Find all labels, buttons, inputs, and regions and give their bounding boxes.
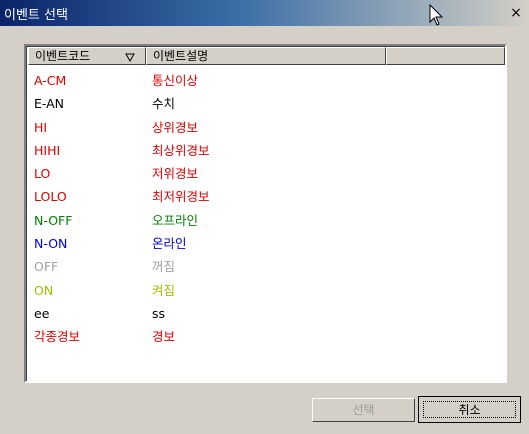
list-item[interactable]: N-OFF 오프라인 xyxy=(34,212,352,235)
list-item[interactable]: A-CM 통신이상 xyxy=(34,72,352,95)
event-desc-cell: 수치 xyxy=(152,96,176,112)
window-title: 이벤트 선택 xyxy=(4,8,68,23)
column-header-event-code[interactable]: 이벤트코드 xyxy=(28,47,146,65)
event-desc-cell: 최상위경보 xyxy=(152,142,210,158)
column-header-label: 이벤트코드 xyxy=(35,49,91,63)
event-desc-cell: 저위경보 xyxy=(152,166,199,182)
event-code-cell: LO xyxy=(34,166,51,182)
list-rows: A-CM 통신이상 E-AN 수치 HI 상위경보 HIHI 최상위경보 LO 저위경보 LOLO 최… xyxy=(34,72,352,352)
event-code-cell: ON xyxy=(34,282,54,298)
list-item[interactable]: ON 켜짐 xyxy=(34,282,352,305)
event-code-cell: E-AN xyxy=(34,96,65,112)
select-button[interactable]: 선택 xyxy=(312,398,415,422)
event-desc-cell: 최저위경보 xyxy=(152,189,210,205)
event-desc-cell: 켜짐 xyxy=(152,282,176,298)
column-header-filler xyxy=(386,47,505,65)
list-item[interactable]: OFF 꺼짐 xyxy=(34,258,352,281)
event-desc-cell: 상위경보 xyxy=(152,119,199,135)
cancel-button-label: 취소 xyxy=(458,403,481,417)
event-desc-cell: 오프라인 xyxy=(152,212,199,228)
event-code-cell: HI xyxy=(34,119,48,135)
list-item[interactable]: HIHI 최상위경보 xyxy=(34,142,352,165)
column-header-event-desc[interactable]: 이벤트설명 xyxy=(146,47,386,65)
list-item[interactable]: E-AN 수치 xyxy=(34,95,352,118)
event-code-cell: N-ON xyxy=(34,236,68,252)
event-desc-cell: 온라인 xyxy=(152,236,187,252)
select-button-label: 선택 xyxy=(352,403,375,417)
event-code-cell: A-CM xyxy=(34,73,67,88)
event-desc-cell: 경보 xyxy=(152,329,176,345)
list-item[interactable]: HI 상위경보 xyxy=(34,119,352,142)
list-item[interactable]: N-ON 온라인 xyxy=(34,235,352,258)
event-list[interactable]: 이벤트코드 이벤트설명 A-CM 통신이상 E-AN 수치 HI 상위경보 HIHI 최상위경… xyxy=(24,44,507,383)
event-desc-cell: 통신이상 xyxy=(152,73,199,88)
event-code-cell: ee xyxy=(34,305,50,321)
event-code-cell: LOLO xyxy=(34,189,67,205)
mouse-cursor-icon xyxy=(429,4,444,26)
event-desc-cell: 꺼짐 xyxy=(152,259,176,275)
event-code-cell: OFF xyxy=(34,259,59,275)
list-header: 이벤트코드 이벤트설명 xyxy=(28,47,505,65)
event-desc-cell: ss xyxy=(152,305,166,321)
list-item[interactable]: 각종경보 경보 xyxy=(34,328,352,351)
column-header-label: 이벤트설명 xyxy=(153,49,209,63)
event-code-cell: HIHI xyxy=(34,142,61,158)
title-bar[interactable]: 이벤트 선택 × xyxy=(0,0,529,26)
event-code-cell: N-OFF xyxy=(34,212,73,228)
sort-icon xyxy=(125,53,135,63)
close-icon[interactable]: × xyxy=(509,6,523,20)
list-item[interactable]: LO 저위경보 xyxy=(34,165,352,188)
list-item[interactable]: LOLO 최저위경보 xyxy=(34,188,352,211)
list-item[interactable]: ee ss xyxy=(34,305,352,328)
event-code-cell: 각종경보 xyxy=(34,329,81,345)
cancel-focus-rect: 취소 xyxy=(423,401,516,418)
cancel-button[interactable]: 취소 xyxy=(418,396,521,423)
